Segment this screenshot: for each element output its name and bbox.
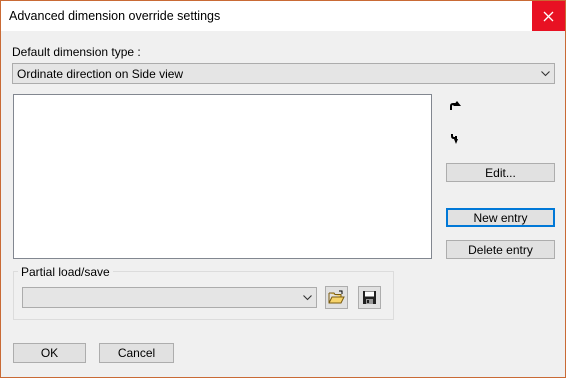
cancel-button[interactable]: Cancel (99, 343, 174, 363)
open-file-button[interactable] (325, 286, 348, 309)
default-dimension-type-select[interactable]: Ordinate direction on Side view (12, 63, 555, 84)
close-button[interactable] (532, 1, 565, 31)
default-dimension-type-value: Ordinate direction on Side view (17, 67, 184, 81)
delete-entry-button[interactable]: Delete entry (446, 240, 555, 259)
default-dimension-type-label: Default dimension type : (12, 45, 141, 59)
entries-list[interactable] (13, 94, 432, 259)
title-bar: Advanced dimension override settings (1, 1, 565, 31)
partial-load-save-label: Partial load/save (18, 265, 113, 279)
chevron-down-icon (301, 288, 313, 307)
move-down-icon[interactable] (448, 132, 462, 146)
move-up-icon[interactable] (448, 98, 462, 112)
open-folder-icon (328, 290, 345, 304)
chevron-down-icon (539, 64, 551, 83)
dialog-window: Advanced dimension override settings Def… (0, 0, 566, 378)
ok-button[interactable]: OK (13, 343, 86, 363)
window-title: Advanced dimension override settings (9, 9, 221, 23)
new-entry-button[interactable]: New entry (446, 208, 555, 227)
edit-button[interactable]: Edit... (446, 163, 555, 182)
close-icon (543, 11, 554, 21)
save-file-button[interactable] (358, 286, 381, 309)
floppy-disk-icon (363, 291, 376, 304)
partial-load-save-select[interactable] (22, 287, 317, 308)
